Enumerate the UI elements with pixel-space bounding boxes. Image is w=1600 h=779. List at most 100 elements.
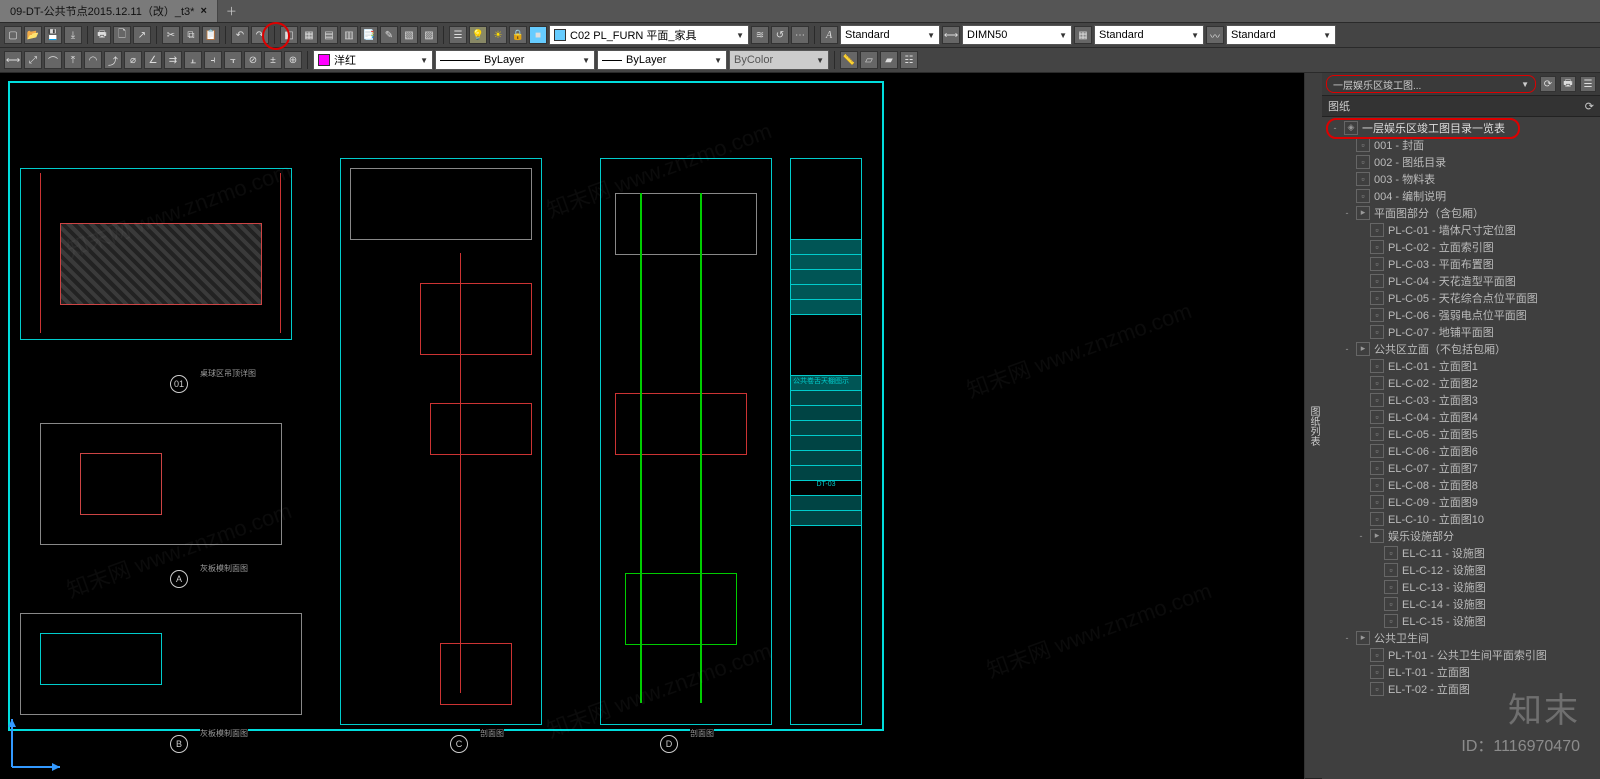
textstyle-combo[interactable]: Standard▼ xyxy=(840,25,940,45)
tree-node[interactable]: ▫004 - 编制说明 xyxy=(1322,187,1600,204)
undo-icon[interactable]: ↶ xyxy=(231,26,249,44)
tree-node[interactable]: ▫EL-C-13 - 设施图 xyxy=(1322,578,1600,595)
layer-lock-icon[interactable]: 🔒 xyxy=(509,26,527,44)
area-icon[interactable]: ▱ xyxy=(860,51,878,69)
tree-node[interactable]: ▫003 - 物料表 xyxy=(1322,170,1600,187)
layer-state-icon[interactable]: 💡 xyxy=(469,26,487,44)
print-icon[interactable]: 🖶 xyxy=(93,26,111,44)
copy-icon[interactable]: ⧉ xyxy=(182,26,200,44)
layer-prop-icon[interactable]: ☰ xyxy=(449,26,467,44)
markup-icon[interactable]: ✎ xyxy=(380,26,398,44)
tree-node[interactable]: -▸公共区立面（不包括包厢） xyxy=(1322,340,1600,357)
paste-icon[interactable]: 📋 xyxy=(202,26,220,44)
tree-twisty-icon[interactable]: - xyxy=(1356,531,1366,541)
dim-radius-icon[interactable]: ◠ xyxy=(84,51,102,69)
publish-icon[interactable]: ↗ xyxy=(133,26,151,44)
dim-quick-icon[interactable]: ⇉ xyxy=(164,51,182,69)
tree-node[interactable]: ▫EL-C-04 - 立面图4 xyxy=(1322,408,1600,425)
dim-linear-icon[interactable]: ⟷ xyxy=(4,51,22,69)
model-space-canvas[interactable]: 桌球区吊顶详图 01 灰板模制面图 A 灰板模制面图 B 剖面图 C 剖面图 D xyxy=(0,73,1305,779)
dim-break-icon[interactable]: ⊘ xyxy=(244,51,262,69)
options-icon[interactable]: ☰ xyxy=(1580,76,1596,92)
tree-node[interactable]: ▫EL-C-15 - 设施图 xyxy=(1322,612,1600,629)
new-icon[interactable]: ▢ xyxy=(4,26,22,44)
tree-node[interactable]: ▫002 - 图纸目录 xyxy=(1322,153,1600,170)
saveas-icon[interactable]: ⤓ xyxy=(64,26,82,44)
tree-node[interactable]: ▫EL-C-06 - 立面图6 xyxy=(1322,442,1600,459)
tree-node[interactable]: ▫EL-C-14 - 设施图 xyxy=(1322,595,1600,612)
dim-ordinate-icon[interactable]: ⤒ xyxy=(64,51,82,69)
preview-icon[interactable]: 🗋 xyxy=(113,26,131,44)
tree-node[interactable]: ▫PL-C-05 - 天花综合点位平面图 xyxy=(1322,289,1600,306)
tree-twisty-icon[interactable]: - xyxy=(1342,633,1352,643)
textstyle-icon[interactable]: A xyxy=(820,26,838,44)
tree-node[interactable]: ▫EL-C-07 - 立面图7 xyxy=(1322,459,1600,476)
close-icon[interactable]: × xyxy=(200,5,206,17)
dim-baseline-icon[interactable]: ⫠ xyxy=(184,51,202,69)
sheet-tree[interactable]: - ◈ 一层娱乐区竣工图目录一览表 ▫001 - 封面▫002 - 图纸目录▫0… xyxy=(1322,117,1600,779)
tree-node[interactable]: ▫EL-C-05 - 立面图5 xyxy=(1322,425,1600,442)
tree-node[interactable]: ▫EL-C-01 - 立面图1 xyxy=(1322,357,1600,374)
block-icon[interactable]: ▦ xyxy=(300,26,318,44)
sheet-set-icon[interactable]: 📑 xyxy=(360,26,378,44)
dimstyle-icon[interactable]: ⟷ xyxy=(942,26,960,44)
tree-node[interactable]: ▫EL-C-09 - 立面图9 xyxy=(1322,493,1600,510)
dim-space-icon[interactable]: ⫟ xyxy=(224,51,242,69)
mlstyle-icon[interactable]: 〰 xyxy=(1206,26,1224,44)
tree-node[interactable]: ▫001 - 封面 xyxy=(1322,136,1600,153)
tree-node[interactable]: -▸平面图部分（含包厢） xyxy=(1322,204,1600,221)
color-combo[interactable]: 洋红▼ xyxy=(313,50,433,70)
tool-palette-icon[interactable]: ▨ xyxy=(420,26,438,44)
tablestyle-combo[interactable]: Standard▼ xyxy=(1094,25,1204,45)
tree-node[interactable]: -▸公共卫生间 xyxy=(1322,629,1600,646)
tree-node[interactable]: ▫EL-C-02 - 立面图2 xyxy=(1322,374,1600,391)
cut-icon[interactable]: ✂ xyxy=(162,26,180,44)
linetype-combo[interactable]: ByLayer▼ xyxy=(435,50,595,70)
dim-angular-icon[interactable]: ∠ xyxy=(144,51,162,69)
region-icon[interactable]: ▰ xyxy=(880,51,898,69)
layer-iso-icon[interactable]: ≋ xyxy=(751,26,769,44)
tree-node[interactable]: ▫EL-C-12 - 设施图 xyxy=(1322,561,1600,578)
properties-icon[interactable]: ▥ xyxy=(340,26,358,44)
layer-more-icon[interactable]: ⋯ xyxy=(791,26,809,44)
dim-aligned-icon[interactable]: ⤢ xyxy=(24,51,42,69)
reload-icon[interactable]: ⟳ xyxy=(1585,100,1594,113)
dim-diam-icon[interactable]: ⌀ xyxy=(124,51,142,69)
layer-color-icon[interactable]: ■ xyxy=(529,26,547,44)
tree-node[interactable]: ▫EL-C-10 - 立面图10 xyxy=(1322,510,1600,527)
side-tab-sheet-list[interactable]: 图纸列表 xyxy=(1305,73,1322,779)
dim-tol-icon[interactable]: ± xyxy=(264,51,282,69)
dim-jog-icon[interactable]: ⤴ xyxy=(104,51,122,69)
calc-icon[interactable]: ▧ xyxy=(400,26,418,44)
tree-node[interactable]: ▫PL-C-03 - 平面布置图 xyxy=(1322,255,1600,272)
design-center-icon[interactable]: ▤ xyxy=(320,26,338,44)
dimstyle-combo[interactable]: DIMN50▼ xyxy=(962,25,1072,45)
layer-prev-icon[interactable]: ↺ xyxy=(771,26,789,44)
save-icon[interactable]: 💾 xyxy=(44,26,62,44)
tree-node[interactable]: ▫PL-C-06 - 强弱电点位平面图 xyxy=(1322,306,1600,323)
document-tab[interactable]: 09-DT-公共节点2015.12.11（改）_t3* × xyxy=(0,0,218,22)
dim-continue-icon[interactable]: ⫞ xyxy=(204,51,222,69)
tree-root[interactable]: - ◈ 一层娱乐区竣工图目录一览表 xyxy=(1322,119,1600,136)
tree-twisty-icon[interactable]: - xyxy=(1342,344,1352,354)
layer-combo[interactable]: C02 PL_FURN 平面_家具 ▼ xyxy=(549,25,749,45)
lineweight-combo[interactable]: ByLayer▼ xyxy=(597,50,727,70)
dist-icon[interactable]: 📏 xyxy=(840,51,858,69)
sheet-set-selector[interactable]: 一层娱乐区竣工图... ▼ xyxy=(1326,75,1536,93)
tree-node[interactable]: ▫EL-T-01 - 立面图 xyxy=(1322,663,1600,680)
refresh-icon[interactable]: ⟳ xyxy=(1540,76,1556,92)
tree-node[interactable]: ▫EL-C-03 - 立面图3 xyxy=(1322,391,1600,408)
tree-node[interactable]: ▫PL-C-07 - 地铺平面图 xyxy=(1322,323,1600,340)
tree-node[interactable]: ▫EL-T-02 - 立面图 xyxy=(1322,680,1600,697)
tree-node[interactable]: ▫PL-C-01 - 墙体尺寸定位图 xyxy=(1322,221,1600,238)
publish-icon[interactable]: 🖶 xyxy=(1560,76,1576,92)
tree-node[interactable]: ▫PL-T-01 - 公共卫生间平面索引图 xyxy=(1322,646,1600,663)
tree-node[interactable]: ▫EL-C-08 - 立面图8 xyxy=(1322,476,1600,493)
layer-freeze-icon[interactable]: ☀ xyxy=(489,26,507,44)
tree-twisty-icon[interactable]: - xyxy=(1342,208,1352,218)
new-tab-button[interactable]: ＋ xyxy=(218,0,245,22)
mlstyle-combo[interactable]: Standard▼ xyxy=(1226,25,1336,45)
tree-node[interactable]: -▸娱乐设施部分 xyxy=(1322,527,1600,544)
tablestyle-icon[interactable]: ▦ xyxy=(1074,26,1092,44)
tree-node[interactable]: ▫PL-C-02 - 立面索引图 xyxy=(1322,238,1600,255)
